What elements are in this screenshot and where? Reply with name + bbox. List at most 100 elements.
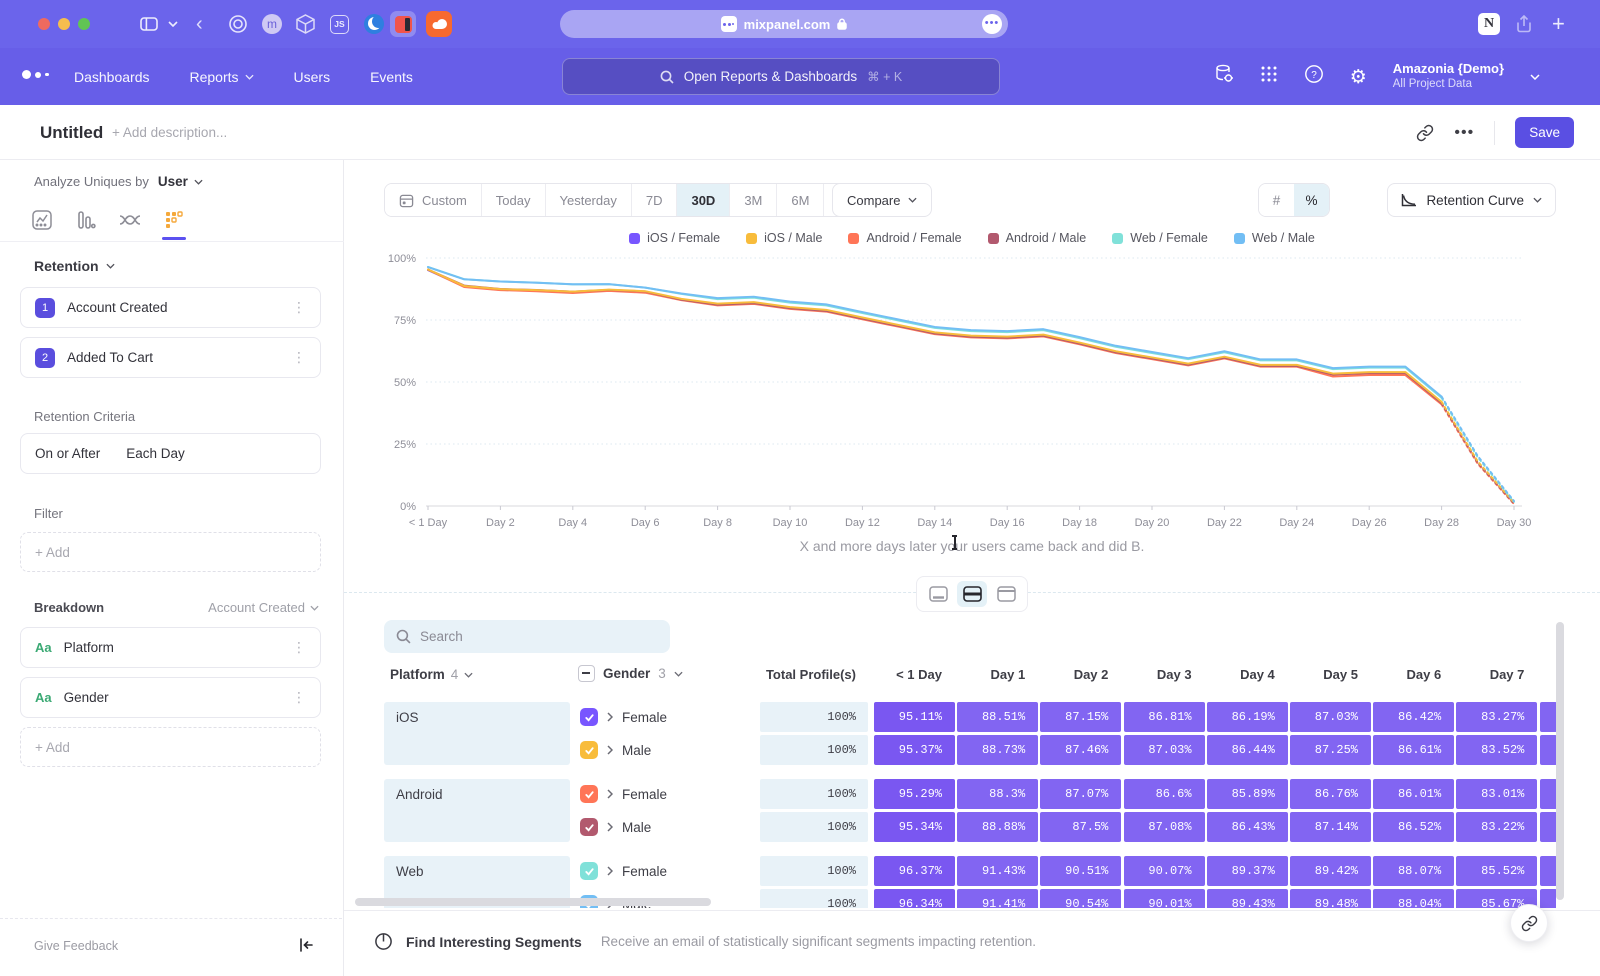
help-icon[interactable]: ?	[1304, 64, 1324, 89]
close-window-button[interactable]	[38, 18, 50, 30]
kebab-menu-icon[interactable]: ⋮	[292, 349, 306, 366]
range-6m[interactable]: 6M	[776, 184, 823, 216]
retention-value-cell[interactable]: 88.3%	[957, 779, 1038, 809]
tab-retention[interactable]	[162, 206, 186, 234]
gender-column-header[interactable]: Gender 3	[578, 665, 683, 682]
retention-value-cell[interactable]: 83.01%	[1456, 779, 1537, 809]
filter-add-button[interactable]: + Add	[20, 532, 321, 572]
number-format-toggle[interactable]: #	[1259, 184, 1294, 216]
legend-item[interactable]: Web / Male	[1234, 231, 1315, 245]
nav-item-dashboards[interactable]: Dashboards	[74, 69, 150, 85]
settings-gear-icon[interactable]: ⚙	[1350, 66, 1367, 88]
legend-item[interactable]: Android / Male	[988, 231, 1087, 245]
retention-value-cell[interactable]: 86.61%	[1373, 735, 1454, 765]
save-button[interactable]: Save	[1515, 117, 1574, 148]
gender-row-android-male[interactable]: Male	[578, 812, 754, 842]
segments-title[interactable]: Find Interesting Segments	[406, 934, 582, 950]
retention-value-cell[interactable]: 87.15%	[1040, 702, 1121, 732]
retention-value-cell[interactable]: 85.52%	[1456, 856, 1537, 886]
retention-value-cell[interactable]: 87.07%	[1040, 779, 1121, 809]
retention-value-cell[interactable]: 95.29%	[874, 779, 955, 809]
address-bar[interactable]: mixpanel.com •••	[560, 10, 1008, 38]
segment-checkbox[interactable]	[580, 708, 598, 726]
minimize-window-button[interactable]	[58, 18, 70, 30]
legend-item[interactable]: iOS / Male	[746, 231, 822, 245]
retention-value-cell[interactable]: 91.41%	[957, 889, 1038, 908]
legend-item[interactable]: iOS / Female	[629, 231, 720, 245]
retention-value-cell[interactable]: 95.34%	[874, 812, 955, 842]
step-account-created[interactable]: 1 Account Created ⋮	[20, 287, 321, 328]
range-custom[interactable]: Custom	[385, 184, 481, 216]
retention-value-cell[interactable]: 86.81%	[1124, 702, 1205, 732]
retention-table[interactable]: iOSFemale100%95.11%88.51%87.15%86.81%86.…	[384, 700, 1556, 908]
retention-line-chart[interactable]: 0%25%50%75%100%< 1 DayDay 2Day 4Day 6Day…	[344, 248, 1600, 532]
globe-favicon[interactable]	[364, 12, 384, 36]
share-icon[interactable]	[1516, 12, 1532, 36]
retention-value-cell[interactable]: 86.6%	[1124, 779, 1205, 809]
tabs-chevron-icon[interactable]	[168, 12, 178, 36]
table-search[interactable]	[384, 620, 670, 653]
retention-value-cell[interactable]: 89.37%	[1207, 856, 1288, 886]
apps-grid-icon[interactable]	[1260, 65, 1278, 88]
share-link-button[interactable]	[1510, 904, 1548, 942]
retention-value-cell[interactable]: 88.88%	[957, 812, 1038, 842]
range-today[interactable]: Today	[481, 184, 545, 216]
retention-value-cell[interactable]: 87.5%	[1040, 812, 1121, 842]
copy-link-icon[interactable]	[1416, 124, 1434, 142]
kebab-menu-icon[interactable]: ⋮	[292, 299, 306, 316]
notion-icon[interactable]: N	[1478, 12, 1500, 36]
retention-value-cell[interactable]: 87.03%	[1124, 735, 1205, 765]
nav-item-reports[interactable]: Reports	[190, 69, 254, 85]
add-description[interactable]: + Add description...	[112, 125, 227, 140]
mixpanel-target-favicon[interactable]	[228, 12, 248, 36]
kebab-menu-icon[interactable]: ⋮	[292, 689, 306, 706]
soundcloud-favicon[interactable]	[426, 11, 452, 37]
zoom-window-button[interactable]	[78, 18, 90, 30]
step-added-to-cart[interactable]: 2 Added To Cart ⋮	[20, 337, 321, 378]
retention-value-cell[interactable]: 86.44%	[1207, 735, 1288, 765]
retention-value-cell[interactable]: 89.42%	[1290, 856, 1371, 886]
more-options-icon[interactable]: •••	[1454, 124, 1474, 142]
table-only-toggle[interactable]	[991, 581, 1021, 607]
gender-row-android-female[interactable]: Female	[578, 779, 754, 809]
retention-value-cell[interactable]: 86.43%	[1207, 812, 1288, 842]
platform-column-header[interactable]: Platform 4	[390, 667, 473, 682]
column-header-day-1[interactable]: Day 1	[957, 667, 1025, 682]
range-3m[interactable]: 3M	[729, 184, 776, 216]
split-view-toggle[interactable]	[957, 581, 987, 607]
breakdown-add-button[interactable]: + Add	[20, 727, 321, 767]
range-30d[interactable]: 30D	[676, 184, 729, 216]
tab-flows[interactable]	[118, 206, 142, 234]
project-switcher[interactable]: Amazonia {Demo} All Project Data	[1393, 61, 1504, 92]
chart-type-dropdown[interactable]: Retention Curve	[1387, 183, 1556, 217]
javascript-favicon[interactable]: JS	[330, 12, 349, 36]
nav-item-events[interactable]: Events	[370, 69, 413, 85]
retention-value-cell[interactable]: 88.04%	[1373, 889, 1454, 908]
select-all-checkbox[interactable]	[578, 665, 595, 682]
segment-checkbox[interactable]	[580, 785, 598, 803]
horizontal-scrollbar[interactable]	[355, 898, 711, 906]
mixpanel-logo[interactable]	[22, 70, 49, 79]
retention-value-cell[interactable]: 95.11%	[874, 702, 955, 732]
collapse-sidebar-icon[interactable]	[298, 937, 314, 958]
retention-value-cell[interactable]: 87.03%	[1290, 702, 1371, 732]
criteria-interval[interactable]: Each Day	[126, 446, 185, 461]
retention-value-cell[interactable]: 90.07%	[1124, 856, 1205, 886]
site-options-icon[interactable]: •••	[982, 14, 1002, 34]
criteria-condition[interactable]: On or After	[35, 446, 100, 461]
retention-value-cell[interactable]: 96.34%	[874, 889, 955, 908]
segment-checkbox[interactable]	[580, 862, 598, 880]
report-title[interactable]: Untitled	[40, 123, 103, 143]
sidebar-toggle-icon[interactable]	[140, 12, 158, 36]
retention-value-cell[interactable]: 88.73%	[957, 735, 1038, 765]
gender-row-ios-male[interactable]: Male	[578, 735, 754, 765]
tab-insights[interactable]	[30, 206, 54, 234]
back-icon[interactable]: ‹	[196, 12, 203, 36]
give-feedback-link[interactable]: Give Feedback	[34, 939, 118, 953]
column-header-day-7[interactable]: Day 7	[1456, 667, 1524, 682]
kebab-menu-icon[interactable]: ⋮	[292, 639, 306, 656]
retention-value-cell[interactable]: 83.52%	[1456, 735, 1537, 765]
gender-row-web-female[interactable]: Female	[578, 856, 754, 886]
new-tab-icon[interactable]: +	[1552, 12, 1565, 36]
data-management-icon[interactable]	[1214, 64, 1234, 89]
